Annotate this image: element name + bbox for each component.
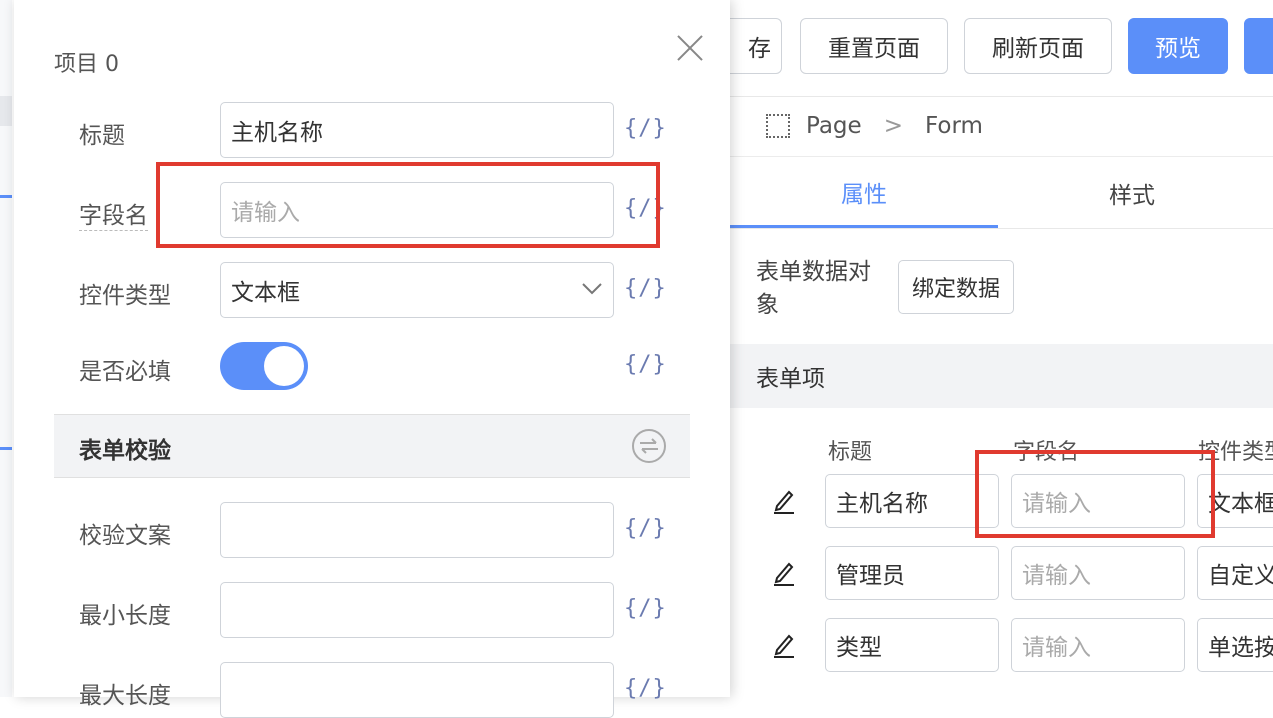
form-data-object-row: 表单数据对象 绑定数据 <box>730 230 1273 342</box>
code-binding-icon[interactable]: {/} <box>624 676 667 701</box>
validation-message-label: 校验文案 <box>79 523 171 549</box>
tab-properties[interactable]: 属性 <box>730 158 998 228</box>
reset-page-button[interactable]: 重置页面 <box>800 18 948 74</box>
item-edit-drawer: 项目 0 标题 主机名称 {/} 字段名 请输入 {/} 控件类型 文本框 {/… <box>14 0 730 718</box>
chevron-down-icon <box>582 283 602 295</box>
highlight-box-grid-field <box>975 450 1215 538</box>
breadcrumb-separator: > <box>883 113 903 139</box>
field-name-label: 字段名 <box>79 196 148 231</box>
required-label: 是否必填 <box>79 359 171 385</box>
required-toggle[interactable] <box>220 342 308 390</box>
min-length-label: 最小长度 <box>79 603 171 629</box>
grid-header-title: 标题 <box>828 440 873 465</box>
top-toolbar: 存 重置页面 刷新页面 预览 <box>684 0 1273 97</box>
control-type-label: 控件类型 <box>79 283 171 309</box>
publish-button-partial[interactable] <box>1244 18 1273 74</box>
property-tabs: 属性 样式 <box>730 158 1273 229</box>
validation-message-input[interactable] <box>220 502 614 558</box>
edit-pencil-icon[interactable] <box>772 630 796 660</box>
grid-title-input[interactable]: 管理员 <box>825 546 999 600</box>
min-length-input[interactable] <box>220 582 614 638</box>
grid-type-select[interactable]: 自定义 <box>1197 546 1273 600</box>
form-items-section-title: 表单项 <box>756 366 825 392</box>
edit-pencil-icon[interactable] <box>772 486 796 516</box>
swap-icon[interactable] <box>632 429 666 463</box>
preview-button[interactable]: 预览 <box>1128 18 1228 74</box>
grid-title-input[interactable]: 类型 <box>825 618 999 672</box>
breadcrumb: Page > Form <box>730 96 1273 157</box>
breadcrumb-form[interactable]: Form <box>925 113 983 139</box>
max-length-input[interactable] <box>220 662 614 718</box>
grid-type-select[interactable]: 单选按钮 <box>1197 618 1273 672</box>
grid-field-input[interactable]: 请输入 <box>1011 618 1185 672</box>
code-binding-icon[interactable]: {/} <box>624 276 667 301</box>
toggle-knob <box>264 346 304 386</box>
control-type-select[interactable]: 文本框 <box>220 262 614 318</box>
form-items-section-header: 表单项 <box>730 344 1273 408</box>
max-length-label: 最大长度 <box>79 683 171 709</box>
grid-title-input[interactable]: 主机名称 <box>825 474 999 528</box>
strip-active-indicator <box>0 195 12 198</box>
code-binding-icon[interactable]: {/} <box>624 596 667 621</box>
page-icon <box>766 114 790 138</box>
validation-section-header[interactable]: 表单校验 <box>54 414 690 478</box>
title-input[interactable]: 主机名称 <box>220 102 614 158</box>
refresh-page-button[interactable]: 刷新页面 <box>964 18 1112 74</box>
strip-active-indicator <box>0 447 12 450</box>
bind-data-button[interactable]: 绑定数据 <box>898 260 1014 314</box>
validation-section-title: 表单校验 <box>79 438 171 464</box>
control-type-value: 文本框 <box>231 280 300 306</box>
strip-mark <box>0 96 12 126</box>
edit-pencil-icon[interactable] <box>772 558 796 588</box>
drawer-title: 项目 0 <box>54 52 119 77</box>
grid-field-input[interactable]: 请输入 <box>1011 546 1185 600</box>
title-label: 标题 <box>79 123 125 149</box>
breadcrumb-page[interactable]: Page <box>806 113 862 139</box>
close-icon[interactable] <box>676 34 704 62</box>
code-binding-icon[interactable]: {/} <box>624 516 667 541</box>
code-binding-icon[interactable]: {/} <box>624 352 667 377</box>
highlight-box-field-name <box>156 162 660 248</box>
code-binding-icon[interactable]: {/} <box>624 116 667 141</box>
background-left-strip <box>0 0 12 697</box>
tab-style[interactable]: 样式 <box>998 158 1266 228</box>
form-data-object-label: 表单数据对象 <box>756 259 871 318</box>
